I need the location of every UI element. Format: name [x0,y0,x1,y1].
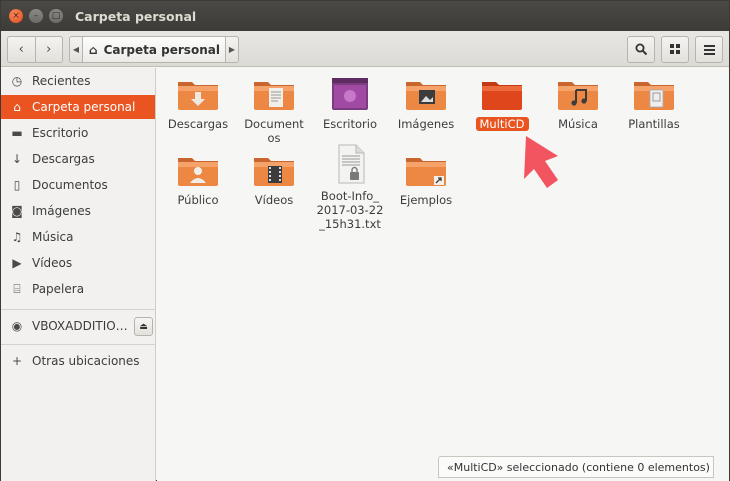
file-item-descargas[interactable]: Descargas [160,76,236,131]
sidebar-item-escritorio[interactable]: ▬ Escritorio [1,121,155,145]
window-title: Carpeta personal [75,8,197,24]
folder-document-icon [254,82,294,110]
file-item-label: Imágenes [397,117,455,131]
sidebar-item-label: VBOXADDITIO… [32,319,128,333]
file-item-musica[interactable]: Música [540,76,616,131]
sidebar-divider [1,344,155,345]
sidebar-item-label: Descargas [32,152,95,166]
eject-button[interactable]: ⏏ [134,317,153,336]
view-mode-button[interactable] [661,36,689,63]
sidebar-item-label: Vídeos [32,256,73,270]
home-icon: ⌂ [13,100,21,114]
places-sidebar: ◷ Recientes ⌂ Carpeta personal ▬ Escrito… [1,68,156,481]
menu-button[interactable] [695,36,723,63]
file-item-documentos[interactable]: Document os [236,76,312,145]
sidebar-divider [1,309,155,310]
plus-icon: + [11,354,23,368]
history-buttons: ‹ › [7,36,63,63]
folder-music-icon [558,82,598,110]
file-view[interactable]: Descargas Document os Escritorio Imágene… [157,68,729,481]
path-bar: ◀ ⌂ Carpeta personal ▶ [69,36,239,63]
back-button[interactable]: ‹ [8,37,35,62]
status-overlay: «MultiCD» seleccionado (contiene 0 eleme… [438,456,714,478]
folder-templates-icon [634,82,674,110]
file-item-ejemplos[interactable]: Ejemplos [388,152,464,207]
document-icon: ▯ [13,178,21,192]
sidebar-item-label: Imágenes [32,204,91,218]
file-item-label: Escritorio [322,117,377,131]
file-item-label: Descargas [167,117,229,131]
folder-desktop-icon [332,78,368,110]
file-item-imagenes[interactable]: Imágenes [388,76,464,131]
search-icon [635,43,647,56]
sidebar-item-device[interactable]: ◉ VBOXADDITIO… [1,314,131,338]
video-icon: ▶ [12,256,22,270]
sidebar-item-documentos[interactable]: ▯ Documentos [1,173,155,197]
file-item-label: Plantillas [628,117,680,131]
sidebar-item-label: Carpeta personal [32,100,136,114]
clock-icon: ◷ [11,74,23,88]
trash-icon: ⌸ [13,281,21,296]
path-crumb-home[interactable]: ⌂ Carpeta personal [83,36,225,63]
path-scroll-right-button[interactable]: ▶ [225,36,239,63]
sidebar-item-carpeta-personal[interactable]: ⌂ Carpeta personal [1,95,155,119]
sidebar-item-label: Documentos [32,178,108,192]
folder-download-icon [178,82,218,110]
file-item-plantillas[interactable]: Plantillas [616,76,692,131]
menu-icon [703,44,715,55]
file-item-boot-info[interactable]: Boot-Info_ 2017-03-22 _15h31.txt [312,144,388,231]
path-crumb-label: Carpeta personal [103,42,220,57]
grid-icon [669,44,680,54]
file-item-label: Ejemplos [399,193,453,207]
desktop-icon: ▬ [11,126,23,140]
sidebar-item-musica[interactable]: ♫ Música [1,225,155,249]
file-item-label: Público [177,193,219,207]
sidebar-item-descargas[interactable]: ↓ Descargas [1,147,155,171]
music-icon: ♫ [11,230,23,244]
file-item-label: Boot-Info_ 2017-03-22 _15h31.txt [316,189,384,231]
header-bar: ‹ › ◀ ⌂ Carpeta personal ▶ [1,31,729,67]
forward-button[interactable]: › [34,37,63,62]
file-manager-window: × – □ Carpeta personal ‹ › ◀ ⌂ Carpeta p… [0,0,730,481]
home-icon: ⌂ [89,42,98,57]
file-item-label: Música [558,117,598,131]
file-item-escritorio[interactable]: Escritorio [312,76,388,131]
disc-icon: ◉ [11,319,23,333]
title-bar[interactable]: × – □ Carpeta personal [1,1,729,31]
folder-public-icon [178,158,218,186]
file-item-label: Vídeos [254,193,294,207]
folder-icon [482,82,522,110]
file-item-videos[interactable]: Vídeos [236,152,312,207]
minimize-window-button[interactable]: – [29,9,43,23]
download-icon: ↓ [11,152,23,166]
file-item-publico[interactable]: Público [160,152,236,207]
sidebar-item-label: Otras ubicaciones [32,354,140,368]
camera-icon: ◙ [11,204,23,218]
sidebar-item-label: Papelera [32,282,85,296]
sidebar-item-label: Música [32,230,74,244]
file-item-label: Document os [244,117,304,145]
sidebar-item-imagenes[interactable]: ◙ Imágenes [1,199,155,223]
file-item-multicd[interactable]: MultiCD [464,76,540,131]
folder-pictures-icon [406,82,446,110]
search-button[interactable] [627,36,655,63]
folder-videos-icon [254,158,294,186]
text-file-icon [338,144,365,184]
close-window-button[interactable]: × [9,9,23,23]
sidebar-item-recientes[interactable]: ◷ Recientes [1,69,155,93]
file-item-label: MultiCD [475,117,529,131]
sidebar-item-label: Escritorio [32,126,89,140]
sidebar-item-otras-ubicaciones[interactable]: + Otras ubicaciones [1,349,155,373]
maximize-window-button[interactable]: □ [49,9,63,23]
sidebar-item-papelera[interactable]: ⌸ Papelera [1,277,155,301]
pointer-arrow-icon [524,136,558,188]
status-text: «MultiCD» seleccionado (contiene 0 eleme… [447,460,710,474]
folder-link-icon [406,158,446,186]
sidebar-item-label: Recientes [32,74,91,88]
path-scroll-left-button[interactable]: ◀ [69,36,83,63]
sidebar-item-videos[interactable]: ▶ Vídeos [1,251,155,275]
